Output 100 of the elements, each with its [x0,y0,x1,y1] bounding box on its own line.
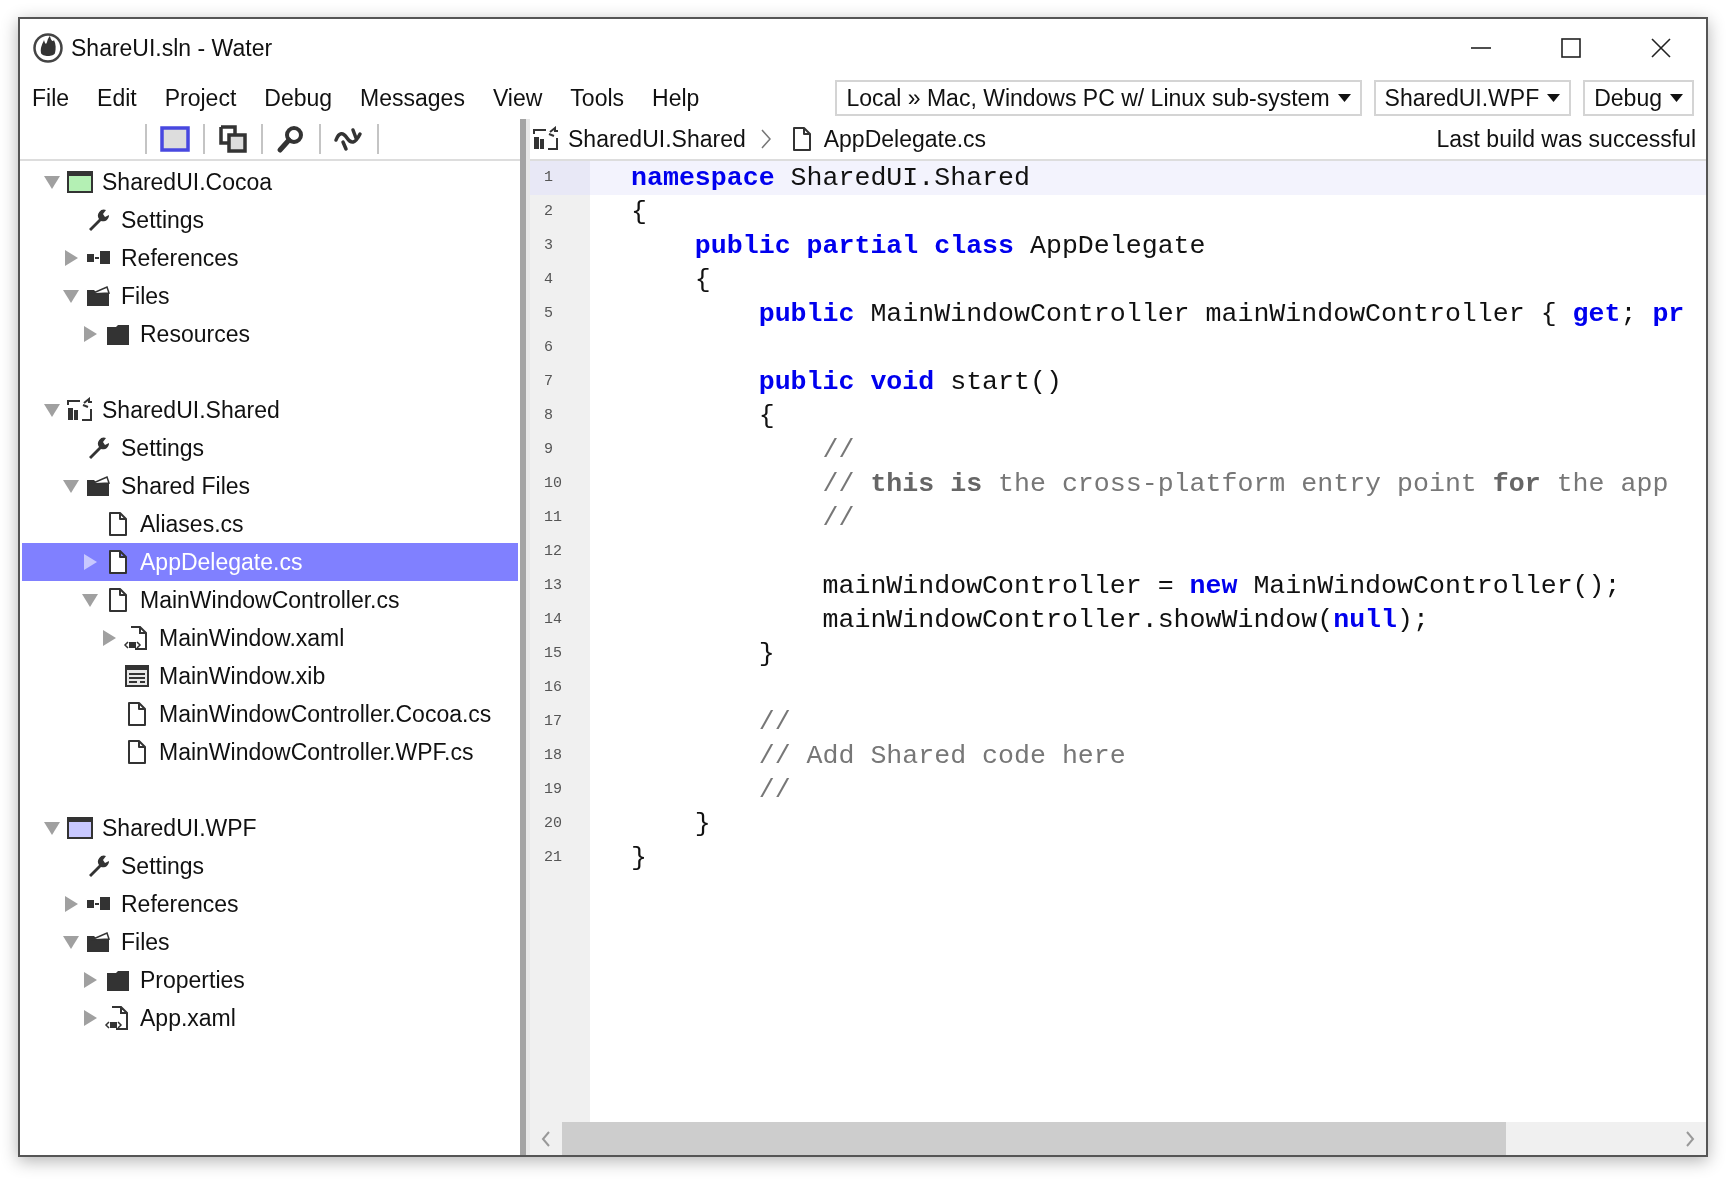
flame-logo-icon [33,33,63,63]
tree-item[interactable]: Settings [22,201,518,239]
tree-item[interactable]: Properties [22,961,518,999]
form-file-icon [123,663,151,689]
line-number: 18 [543,746,563,766]
tree-item[interactable]: MainWindow.xib [22,657,518,695]
splitter[interactable] [520,119,530,1155]
collapse-arrow-icon[interactable] [44,820,60,836]
expand-arrow-icon[interactable] [82,972,98,988]
dropdown[interactable]: SharedUI.WPF [1373,80,1572,116]
line-number: 4 [543,270,554,290]
line-number: 19 [543,780,563,800]
code-line: public partial class AppDelegate [693,231,1206,261]
tree-item[interactable]: MainWindowController.cs [22,581,518,619]
line-number: 13 [543,576,563,596]
code-line: // [821,503,855,533]
dropdown[interactable]: Local » Mac, Windows PC w/ Linux sub-system [835,80,1362,116]
expand-arrow-icon[interactable] [82,554,98,570]
code-line: public void start() [757,367,1062,397]
collapse-arrow-icon[interactable] [63,934,79,950]
tree-item[interactable]: MainWindow.xaml [22,619,518,657]
line-number: 6 [543,338,554,358]
breadcrumb-item[interactable]: SharedUI.Shared [568,125,746,153]
code-line: { [631,197,647,227]
open-folder-icon [85,473,113,499]
collapse-arrow-icon[interactable] [44,174,60,190]
expand-arrow-icon[interactable] [63,250,79,266]
expand-arrow-icon[interactable] [63,896,79,912]
tree-item[interactable]: Resources [22,315,518,353]
collapse-arrow-icon[interactable] [63,288,79,304]
code-line: mainWindowController.showWindow(null); [821,605,1429,635]
expand-arrow-icon[interactable] [101,630,117,646]
caret-icon [1547,93,1561,103]
code-line: mainWindowController = new MainWindowController(); [821,571,1621,601]
tree-item[interactable]: Files [22,923,518,961]
menu-item[interactable]: Project [164,84,251,112]
overlapping-squares-icon[interactable] [217,124,249,154]
dropdown[interactable]: Debug [1583,80,1694,116]
tree-item[interactable]: SharedUI.Cocoa [22,163,518,201]
build-status: Last build was successful [1436,125,1696,153]
code-line: // [757,707,791,737]
breadcrumb-item[interactable]: AppDelegate.cs [823,125,987,153]
code-line: public MainWindowController mainWindowController { get; pr [757,299,1685,329]
tree-item[interactable]: Settings [22,429,518,467]
menu-item[interactable]: Tools [570,84,639,112]
line-number: 8 [543,406,554,426]
line-number: 3 [543,236,554,256]
horizontal-scrollbar[interactable] [530,1122,1706,1155]
chevron-icon [759,128,772,150]
expand-arrow-icon[interactable] [82,326,98,342]
menu-item[interactable]: File [32,84,84,112]
line-number: 10 [543,474,563,494]
caret-icon [1337,93,1351,103]
collapse-arrow-icon[interactable] [82,592,98,608]
tree-item[interactable]: SharedUI.WPF [22,809,518,847]
scrollbar-thumb[interactable] [562,1122,1506,1155]
code-line: // this is the cross-platform entry point for the app [821,469,1669,499]
tree-item[interactable]: SharedUI.Shared [22,391,518,429]
close-icon [1650,37,1672,59]
line-number: 2 [543,202,554,222]
menu-item[interactable]: View [492,84,557,112]
tree-item[interactable]: Settings [22,847,518,885]
tree-item[interactable]: References [22,239,518,277]
line-number: 12 [543,542,563,562]
line-number: 1 [530,161,590,195]
menu-item[interactable]: Edit [97,84,151,112]
tree-item[interactable]: Files [22,277,518,315]
line-number: 5 [543,304,554,324]
line-number: 15 [543,644,563,664]
menu-item[interactable]: Help [652,84,714,112]
tree-item[interactable]: MainWindowController.WPF.cs [22,733,518,771]
line-number: 16 [543,678,563,698]
line-number: 14 [543,610,563,630]
collapse-arrow-icon[interactable] [63,478,79,494]
code-line: namespace SharedUI.Shared [631,163,1030,193]
code-line: { [757,401,775,431]
code-line: } [693,809,711,839]
line-number: 17 [543,712,563,732]
minimize-icon [1471,47,1491,49]
scroll-right-icon[interactable] [1684,1129,1696,1148]
tree-item[interactable]: References [22,885,518,923]
code-line: } [757,639,775,669]
tree-item[interactable]: App.xaml [22,999,518,1037]
collapse-arrow-icon[interactable] [44,402,60,418]
code-line: // [757,775,791,805]
line-number: 11 [543,508,563,528]
code-line: // Add Shared code here [757,741,1126,771]
line-number: 9 [543,440,554,460]
tree-item[interactable]: Shared Files [22,467,518,505]
square-icon[interactable] [159,124,191,154]
code-line: // [821,435,855,465]
menu-item[interactable]: Messages [360,84,479,112]
line-number: 7 [543,372,554,392]
project-icon [532,126,560,152]
tree-item[interactable]: MainWindowController.Cocoa.cs [22,695,518,733]
expand-arrow-icon[interactable] [82,1010,98,1026]
menu-item[interactable]: Debug [264,84,347,112]
scroll-left-icon[interactable] [540,1129,552,1148]
tree-item[interactable]: Aliases.cs [22,505,518,543]
caret-icon [1670,93,1683,103]
